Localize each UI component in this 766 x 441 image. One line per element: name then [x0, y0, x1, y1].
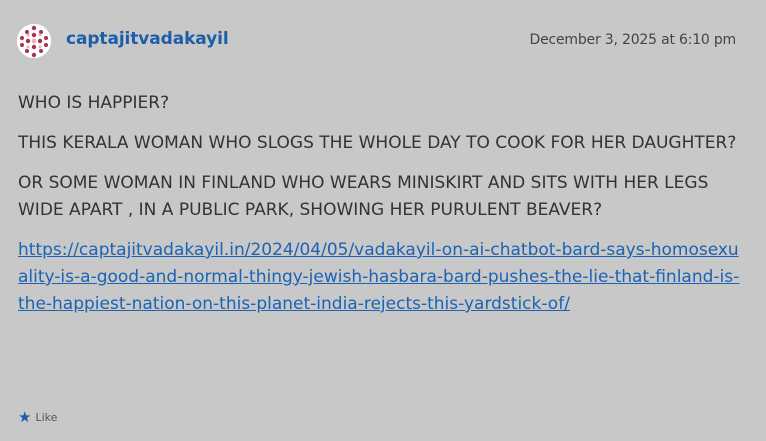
- comment-paragraph: THIS KERALA WOMAN WHO SLOGS THE WHOLE DA…: [18, 133, 737, 153]
- star-icon: ★: [18, 408, 32, 426]
- comment: captajitvadakayil December 3, 2025 at 6:…: [0, 0, 766, 441]
- comment-paragraph: OR SOME WOMAN IN FINLAND WHO WEARS MINIS…: [18, 173, 709, 220]
- like-button[interactable]: ★ Like: [18, 410, 57, 425]
- comment-paragraph: WHO IS HAPPIER?: [18, 93, 170, 113]
- like-label: Like: [35, 411, 58, 424]
- comment-body: WHO IS HAPPIER? THIS KERALA WOMAN WHO SL…: [18, 90, 743, 331]
- avatar[interactable]: [17, 24, 51, 58]
- comment-link[interactable]: https://captajitvadakayil.in/2024/04/05/…: [18, 240, 739, 314]
- comment-date[interactable]: December 3, 2025 at 6:10 pm: [530, 32, 737, 48]
- comment-link-paragraph: https://captajitvadakayil.in/2024/04/05/…: [18, 237, 743, 318]
- comment-author-link[interactable]: captajitvadakayil: [66, 29, 229, 49]
